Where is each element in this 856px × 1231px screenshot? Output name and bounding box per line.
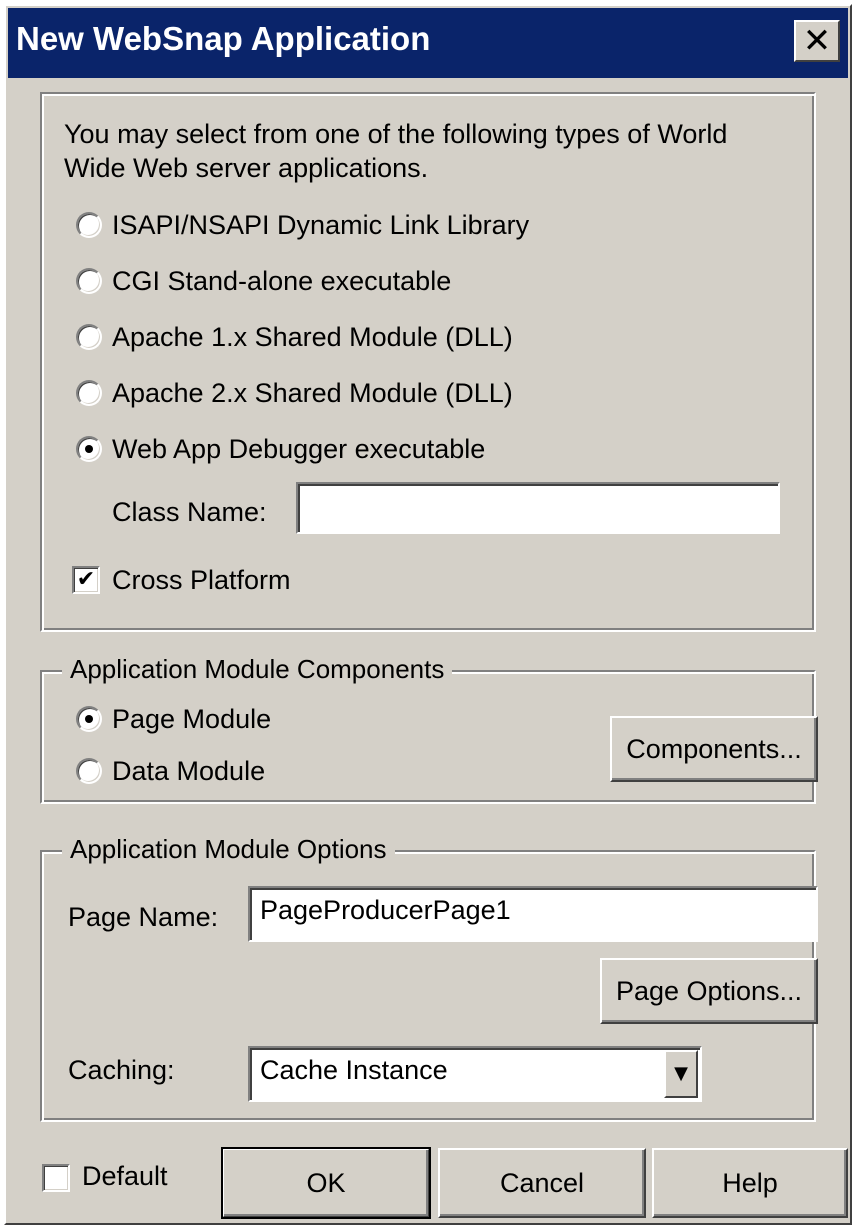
label-data-module[interactable]: Data Module [112,755,265,787]
check-icon: ✔ [76,567,96,592]
radio-data-module[interactable] [76,758,102,784]
default-checkbox[interactable] [42,1164,70,1192]
radio-cgi[interactable] [76,268,102,294]
radio-page-module[interactable] [76,706,102,732]
cross-platform-label[interactable]: Cross Platform [112,564,291,596]
radio-apache1[interactable] [76,324,102,350]
label-web-app-debugger[interactable]: Web App Debugger executable [112,433,485,465]
components-button[interactable]: Components... [610,716,818,782]
ok-button[interactable]: OK [221,1147,431,1219]
cancel-button[interactable]: Cancel [438,1148,646,1218]
class-name-input[interactable] [296,482,780,534]
radio-selected-dot [85,715,93,723]
module-options-legend: Application Module Options [62,834,395,864]
page-name-label: Page Name: [68,902,219,932]
intro-text-line2: Wide Web server applications. [64,153,429,183]
intro-text-line1: You may select from one of the following… [64,119,728,149]
radio-apache2[interactable] [76,380,102,406]
websnap-dialog: New WebSnap Application ✕ You may select… [4,4,852,1225]
window-title: New WebSnap Application [16,20,431,57]
chevron-down-icon: ▼ [674,1063,688,1084]
label-cgi[interactable]: CGI Stand-alone executable [112,265,451,297]
radio-web-app-debugger[interactable] [76,436,102,462]
cross-platform-checkbox[interactable]: ✔ [72,566,100,594]
label-apache1[interactable]: Apache 1.x Shared Module (DLL) [112,321,513,353]
dropdown-button[interactable]: ▼ [664,1050,698,1098]
page-name-input[interactable]: PageProducerPage1 [248,886,818,942]
title-bar[interactable]: New WebSnap Application ✕ [8,8,848,78]
radio-isapi[interactable] [76,212,102,238]
caching-select[interactable]: Cache Instance ▼ [248,1046,702,1102]
label-apache2[interactable]: Apache 2.x Shared Module (DLL) [112,377,513,409]
label-page-module[interactable]: Page Module [112,703,271,735]
class-name-label: Class Name: [112,497,267,527]
module-components-legend: Application Module Components [62,654,453,684]
help-button[interactable]: Help [652,1148,848,1218]
caching-value: Cache Instance [260,1055,448,1085]
close-icon: ✕ [802,21,832,61]
label-isapi[interactable]: ISAPI/NSAPI Dynamic Link Library [112,209,529,241]
page-options-button[interactable]: Page Options... [600,958,818,1024]
close-button[interactable]: ✕ [794,20,840,62]
radio-selected-dot [85,445,93,453]
default-label[interactable]: Default [82,1160,168,1192]
caching-label: Caching: [68,1055,175,1085]
